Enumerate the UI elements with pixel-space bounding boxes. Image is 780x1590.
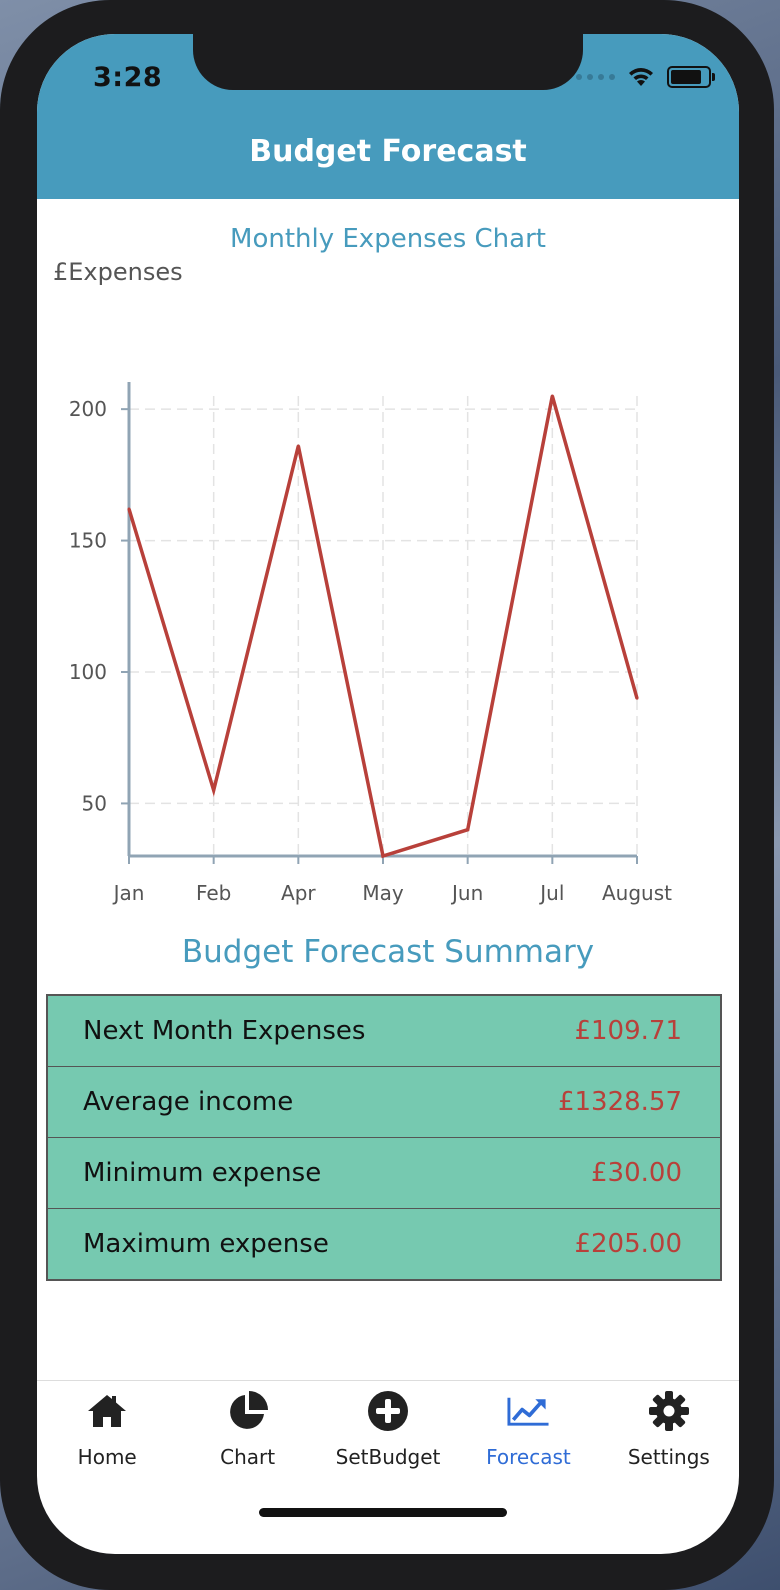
summary-row-label: Average income [83, 1087, 294, 1117]
tab-settings[interactable]: Settings [599, 1381, 739, 1501]
trending-up-icon [507, 1397, 549, 1426]
summary-row-value: £205.00 [574, 1229, 682, 1259]
tab-label: Home [77, 1445, 137, 1469]
status-indicators [576, 66, 715, 88]
status-time: 3:28 [93, 62, 163, 93]
summary-row-next-month: Next Month Expenses £109.71 [48, 996, 720, 1067]
x-tick-label: Feb [196, 881, 231, 905]
app-header: 3:28 Budget Forecast [37, 34, 739, 199]
data-point [550, 394, 554, 398]
pie-chart-icon [229, 1391, 268, 1429]
summary-row-value: £30.00 [591, 1158, 682, 1188]
home-indicator [259, 1508, 507, 1517]
chart-y-axis-label: £Expenses [53, 258, 183, 286]
y-tick-label: 100 [69, 660, 107, 684]
y-tick-label: 200 [69, 397, 107, 421]
summary-table: Next Month Expenses £109.71 Average inco… [46, 994, 722, 1281]
summary-row-label: Maximum expense [83, 1229, 329, 1259]
expenses-line-chart: 50 100 150 200 Jan Feb Apr May Jun Jul August [69, 382, 672, 905]
tab-home[interactable]: Home [37, 1381, 177, 1501]
phone-frame: 3:28 Budget Forecast Monthly Expenses Ch… [0, 0, 774, 1590]
x-tick-label: Apr [281, 881, 316, 905]
tab-label: Forecast [486, 1445, 571, 1469]
data-point [127, 507, 131, 511]
tab-label: Chart [220, 1445, 276, 1469]
summary-row-label: Minimum expense [83, 1158, 322, 1188]
tab-setbudget[interactable]: SetBudget [318, 1381, 458, 1501]
data-point [212, 788, 216, 792]
tab-chart[interactable]: Chart [177, 1381, 317, 1501]
chart-title: Monthly Expenses Chart [230, 224, 546, 254]
tab-label: Settings [627, 1445, 710, 1469]
data-point [381, 854, 385, 858]
page-title: Budget Forecast [249, 134, 527, 169]
data-point [296, 444, 300, 448]
summary-row-minimum-expense: Minimum expense £30.00 [48, 1138, 720, 1209]
summary-row-value: £109.71 [574, 1016, 682, 1046]
summary-row-maximum-expense: Maximum expense £205.00 [48, 1209, 720, 1279]
cellular-signal-icon [576, 74, 615, 80]
y-tick-label: 150 [69, 529, 107, 553]
data-point [635, 696, 639, 700]
x-tick-label: May [362, 881, 404, 905]
x-tick-label: Jun [450, 881, 483, 905]
home-icon [88, 1395, 127, 1427]
battery-icon [667, 66, 715, 88]
summary-title: Budget Forecast Summary [181, 934, 595, 970]
plus-circle-icon [368, 1391, 409, 1431]
app-screen: 3:28 Budget Forecast Monthly Expenses Ch… [37, 34, 739, 1554]
tab-forecast[interactable]: Forecast [458, 1381, 598, 1501]
summary-row-value: £1328.57 [557, 1087, 682, 1117]
wifi-icon [629, 68, 653, 86]
x-tick-label: Jan [112, 881, 145, 905]
bottom-tab-bar: Home Chart SetBudget Forecast Settings [37, 1380, 739, 1501]
x-tick-label: August [602, 881, 672, 905]
summary-row-average-income: Average income £1328.57 [48, 1067, 720, 1138]
x-tick-label: Jul [538, 881, 564, 905]
data-point [466, 828, 470, 832]
tab-label: SetBudget [335, 1445, 441, 1469]
device-notch [193, 34, 583, 90]
summary-row-label: Next Month Expenses [83, 1016, 366, 1046]
gear-icon [648, 1391, 689, 1431]
y-tick-label: 50 [82, 791, 107, 815]
